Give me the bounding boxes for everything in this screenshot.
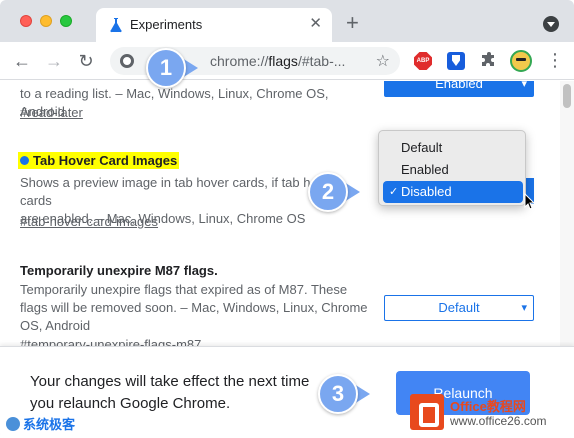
unexpire-description: Temporarily unexpire flags that expired … (20, 282, 368, 333)
maximize-window-button[interactable] (60, 15, 72, 27)
bookmark-star-icon[interactable]: ☆ (376, 51, 390, 71)
step-callout-3: 3 (318, 374, 388, 414)
tab-hover-dropdown: Default Enabled ✓ Disabled (378, 130, 526, 206)
office-logo-icon (410, 394, 444, 430)
dropdown-option-enabled[interactable]: Enabled (383, 159, 523, 181)
new-tab-button[interactable]: + (346, 12, 359, 34)
unexpire-title: Temporarily unexpire M87 flags. (20, 263, 218, 278)
browser-window: Experiments ✕ + ← → ↻ chrome://flags/#ta… (0, 0, 574, 438)
tab-hover-link[interactable]: #tab-hover-card-images (20, 214, 158, 229)
modified-dot-icon (20, 156, 29, 165)
chevron-down-icon: ▾ (521, 302, 527, 314)
chrome-icon (120, 54, 134, 68)
watermark-title: Office教程网 (450, 399, 526, 414)
menu-icon[interactable]: ⋮ (546, 50, 564, 70)
callout-number: 1 (146, 48, 186, 88)
url-text[interactable]: chrome://flags/#tab-... (210, 53, 345, 69)
bitwarden-icon[interactable] (447, 52, 465, 70)
step-callout-2: 2 (308, 172, 378, 212)
adblock-plus-icon[interactable]: ABP (414, 52, 432, 70)
scrollbar-thumb[interactable] (563, 84, 571, 108)
tab-hover-title: Tab Hover Card Images (18, 152, 180, 169)
dropdown-option-disabled[interactable]: ✓ Disabled (383, 181, 523, 203)
back-icon[interactable]: ← (12, 51, 32, 71)
checkmark-icon: ✓ (389, 186, 399, 198)
step-callout-1: 1 (146, 48, 216, 88)
tab-search-button[interactable] (543, 16, 559, 32)
minimize-window-button[interactable] (40, 15, 52, 27)
chevron-down-icon: ▾ (521, 81, 527, 90)
callout-number: 3 (318, 374, 358, 414)
flags-content: to a reading list. – Mac, Windows, Linux… (0, 81, 560, 346)
unexpire-select[interactable]: Default ▾ (384, 295, 534, 321)
callout-number: 2 (308, 172, 348, 212)
read-later-link[interactable]: #read-later (20, 105, 83, 120)
flask-icon (110, 18, 122, 33)
unexpire-link[interactable]: #temporary-unexpire-flags-m87 (20, 337, 201, 346)
watermark-right: Office教程网 www.office26.com (410, 392, 570, 434)
read-later-select[interactable]: Enabled ▾ (384, 81, 534, 97)
scrollbar[interactable] (560, 81, 574, 346)
reload-icon[interactable]: ↻ (76, 51, 96, 71)
forward-icon[interactable]: → (44, 51, 64, 71)
toolbar: ← → ↻ chrome://flags/#tab-... ☆ ABP ⋮ (0, 42, 574, 80)
watermark-logo-icon (6, 417, 20, 431)
tab-close-icon[interactable]: ✕ (309, 16, 322, 32)
profile-avatar[interactable] (510, 50, 532, 72)
tab-experiments[interactable]: Experiments ✕ (96, 8, 332, 42)
tab-strip: Experiments ✕ + (0, 0, 574, 42)
dropdown-option-default[interactable]: Default (383, 137, 523, 159)
watermark-url: www.office26.com (450, 414, 547, 428)
watermark-left: 系统极客 (6, 414, 75, 433)
tab-title: Experiments (130, 17, 203, 32)
extensions-puzzle-icon[interactable] (480, 52, 498, 70)
mouse-cursor-icon (524, 193, 536, 210)
relaunch-message: Your changes will take effect the next t… (30, 373, 310, 412)
close-window-button[interactable] (20, 15, 32, 27)
